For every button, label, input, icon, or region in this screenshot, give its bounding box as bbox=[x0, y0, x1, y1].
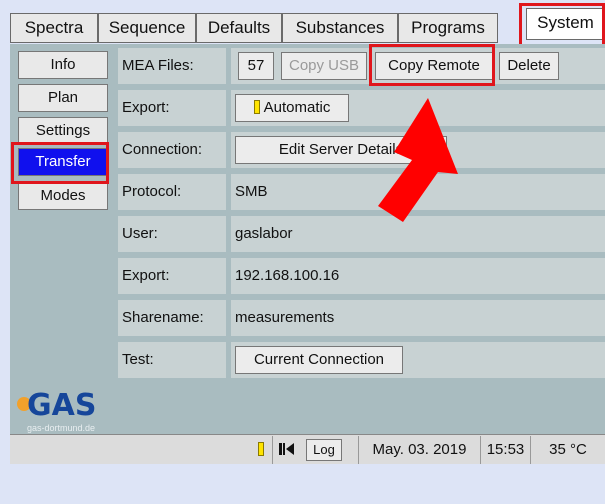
copy-usb-button[interactable]: Copy USB bbox=[281, 52, 367, 80]
temperature-display: 35 °C bbox=[530, 436, 605, 464]
logo-subtext: gas-dortmund.de bbox=[27, 423, 96, 433]
mea-files-count: 57 bbox=[238, 52, 274, 80]
yellow-bar-icon bbox=[258, 442, 264, 456]
export-ip-label: Export: bbox=[118, 258, 226, 294]
red-arrow-icon bbox=[378, 98, 458, 222]
tab-defaults[interactable]: Defaults bbox=[196, 13, 282, 43]
sidebar-item-transfer[interactable]: Transfer bbox=[18, 148, 108, 176]
export-automatic-button[interactable]: Automatic bbox=[235, 94, 349, 122]
mea-files-label: MEA Files: bbox=[118, 48, 226, 84]
sharename-label: Sharename: bbox=[118, 300, 226, 336]
yellow-bar-icon bbox=[253, 100, 260, 114]
main-panel: Info Plan Settings Transfer Modes MEA Fi… bbox=[10, 44, 605, 434]
export-automatic-label: Automatic bbox=[263, 99, 331, 116]
tab-programs[interactable]: Programs bbox=[398, 13, 498, 43]
user-label: User: bbox=[118, 216, 226, 252]
sidebar-item-plan[interactable]: Plan bbox=[18, 84, 108, 112]
skip-back-icon[interactable] bbox=[272, 436, 300, 464]
tab-sequence[interactable]: Sequence bbox=[98, 13, 196, 43]
copy-remote-button[interactable]: Copy Remote bbox=[375, 52, 493, 80]
sidebar-item-settings[interactable]: Settings bbox=[18, 117, 108, 145]
tab-spectra[interactable]: Spectra bbox=[10, 13, 98, 43]
tab-system[interactable]: System bbox=[526, 8, 605, 40]
sharename-value: measurements bbox=[231, 300, 605, 336]
connection-label: Connection: bbox=[118, 132, 226, 168]
logo-text: GAS bbox=[27, 388, 97, 423]
delete-button[interactable]: Delete bbox=[499, 52, 559, 80]
export-mode-label: Export: bbox=[118, 90, 226, 126]
time-display: 15:53 bbox=[480, 436, 530, 464]
sidebar-item-modes[interactable]: Modes bbox=[18, 182, 108, 210]
status-indicator bbox=[252, 436, 270, 464]
export-ip-value: 192.168.100.16 bbox=[231, 258, 605, 294]
date-display: May. 03. 2019 bbox=[358, 436, 480, 464]
sidebar-item-info[interactable]: Info bbox=[18, 51, 108, 79]
tab-bar: Spectra Sequence Defaults Substances Pro… bbox=[0, 0, 605, 46]
log-button[interactable]: Log bbox=[306, 439, 342, 461]
status-bar: Log May. 03. 2019 15:53 35 °C bbox=[10, 434, 605, 464]
current-connection-button[interactable]: Current Connection bbox=[235, 346, 403, 374]
protocol-label: Protocol: bbox=[118, 174, 226, 210]
test-label: Test: bbox=[118, 342, 226, 378]
tab-substances[interactable]: Substances bbox=[282, 13, 398, 43]
